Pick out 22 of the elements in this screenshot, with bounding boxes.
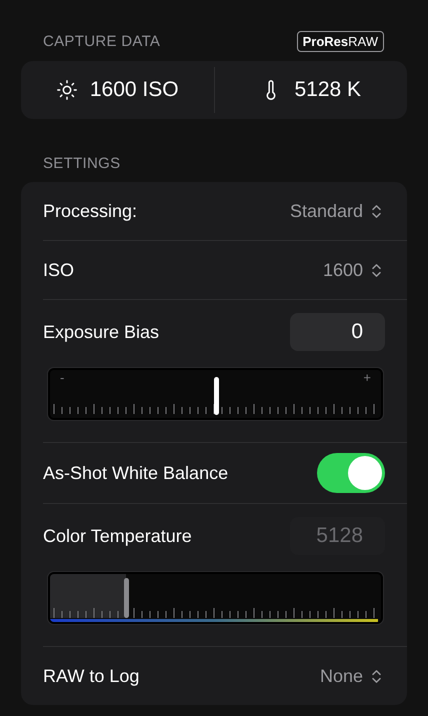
popup-button[interactable]: 1600: [322, 260, 385, 280]
slider-track[interactable]: - +: [48, 368, 383, 420]
setting-label: ISO: [43, 260, 74, 280]
setting-label: Processing:: [43, 200, 138, 222]
temperature-reading: 5128 K: [294, 78, 362, 102]
setting-label: RAW to Log: [43, 666, 140, 686]
slider-track[interactable]: [48, 572, 383, 624]
slider-thumb[interactable]: [214, 377, 218, 415]
popup-button[interactable]: None: [320, 666, 385, 686]
setting-label: As-Shot White Balance: [43, 462, 228, 484]
value-field[interactable]: 0: [290, 313, 385, 351]
setting-label: Color Temperature: [43, 526, 192, 546]
popup-button[interactable]: Standard: [290, 200, 385, 222]
iso-reading: 1600 ISO: [90, 78, 179, 102]
format-badge: ProResRAW: [296, 30, 384, 52]
plus-label: +: [363, 370, 371, 385]
minus-label: -: [60, 370, 64, 385]
section-heading: CAPTURE DATA: [43, 32, 160, 50]
toggle-switch[interactable]: [317, 453, 385, 493]
sun-icon: [56, 79, 78, 101]
section-heading: SETTINGS: [43, 154, 120, 172]
setting-label: Exposure Bias: [43, 322, 160, 342]
